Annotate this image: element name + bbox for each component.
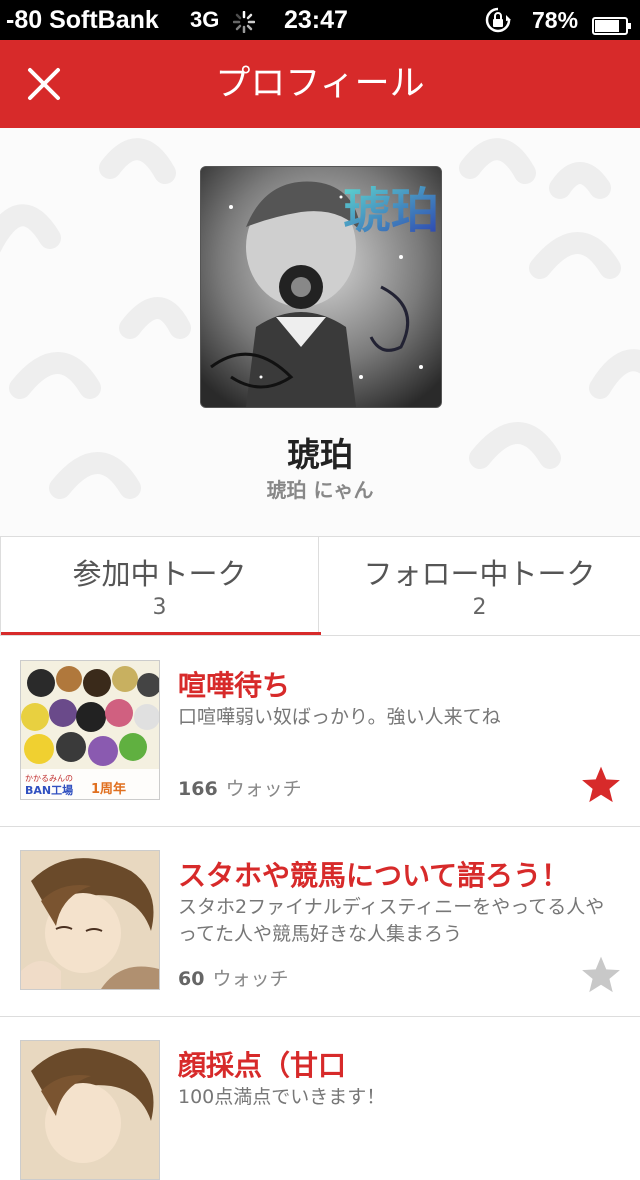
avatar-image: 琥珀 xyxy=(201,167,441,407)
watch-count: 60 ウォッチ xyxy=(178,964,288,991)
tab-joined-talks[interactable]: 参加中トーク 3 xyxy=(0,537,321,635)
profile-name: 琥珀 xyxy=(287,435,353,474)
tab-label: フォロー中トーク xyxy=(363,557,596,591)
nav-bar: プロフィール xyxy=(0,40,640,128)
tab-label: 参加中トーク xyxy=(72,557,247,591)
favorite-star-button[interactable] xyxy=(580,764,622,806)
talk-title: スタホや競馬について語ろう！ xyxy=(178,859,570,892)
star-outline-icon xyxy=(582,956,620,993)
talk-title: 喧嘩待ち xyxy=(178,669,291,702)
talk-description: スタホ2ファイナルディスティニーをやってる人やってた人や競馬好きな人集まろう xyxy=(178,896,605,945)
talk-thumbnail xyxy=(20,1040,160,1180)
avatar-text: 琥珀 xyxy=(343,183,439,239)
thumb-caption: 1周年 xyxy=(91,781,126,797)
page-title: プロフィール xyxy=(215,64,425,104)
activity-spinner-icon xyxy=(232,9,256,34)
tab-bar: 参加中トーク 3 フォロー中トーク 2 xyxy=(0,536,640,636)
talk-description: 100点満点でいきます！ xyxy=(178,1086,386,1108)
talk-list-item[interactable]: かかるみんの BAN工場 1周年 喧嘩待ち 口喧嘩弱い奴ばっかり。強い人来てね … xyxy=(0,636,640,827)
profile-avatar[interactable]: 琥珀 xyxy=(200,166,442,408)
watch-count-number: 60 xyxy=(178,968,205,990)
talk-list-item[interactable]: スタホや競馬について語ろう！ スタホ2ファイナルディスティニーをやってる人やって… xyxy=(0,826,640,1017)
star-filled-icon xyxy=(582,766,620,803)
status-bar: -80 SoftBank 3G 23:47 78% xyxy=(0,0,640,40)
watch-label: ウォッチ xyxy=(212,968,289,990)
tab-following-talks[interactable]: フォロー中トーク 2 xyxy=(320,537,639,635)
watch-count-number: 166 xyxy=(178,778,218,800)
battery-percent: 78% xyxy=(532,7,579,33)
thumb-caption: かかるみんの xyxy=(25,774,73,783)
favorite-star-button[interactable] xyxy=(580,954,622,996)
tab-count: 3 xyxy=(152,595,167,620)
network-label: 3G xyxy=(190,7,220,32)
watch-count: 166 ウォッチ xyxy=(178,774,302,801)
carrier-label: -80 SoftBank xyxy=(6,6,159,34)
talk-list: かかるみんの BAN工場 1周年 喧嘩待ち 口喧嘩弱い奴ばっかり。強い人来てね … xyxy=(0,636,640,1180)
tab-count: 2 xyxy=(472,595,487,620)
watch-label: ウォッチ xyxy=(225,778,302,800)
battery-icon xyxy=(592,11,632,35)
active-tab-indicator xyxy=(1,632,321,635)
talk-thumbnail xyxy=(20,850,160,990)
talk-thumbnail: かかるみんの BAN工場 1周年 xyxy=(20,660,160,800)
talk-list-item[interactable]: 顔採点（甘口 100点満点でいきます！ xyxy=(0,1016,640,1180)
talk-description: 口喧嘩弱い奴ばっかり。強い人来てね xyxy=(178,706,501,728)
thumb-caption: BAN工場 xyxy=(25,783,73,797)
rotation-lock-icon xyxy=(484,6,512,34)
profile-header: 琥珀 琥珀 琥珀 にゃん xyxy=(0,128,640,536)
clock: 23:47 xyxy=(284,6,348,34)
profile-subtitle: 琥珀 にゃん xyxy=(266,478,374,502)
talk-title: 顔採点（甘口 xyxy=(178,1049,347,1082)
